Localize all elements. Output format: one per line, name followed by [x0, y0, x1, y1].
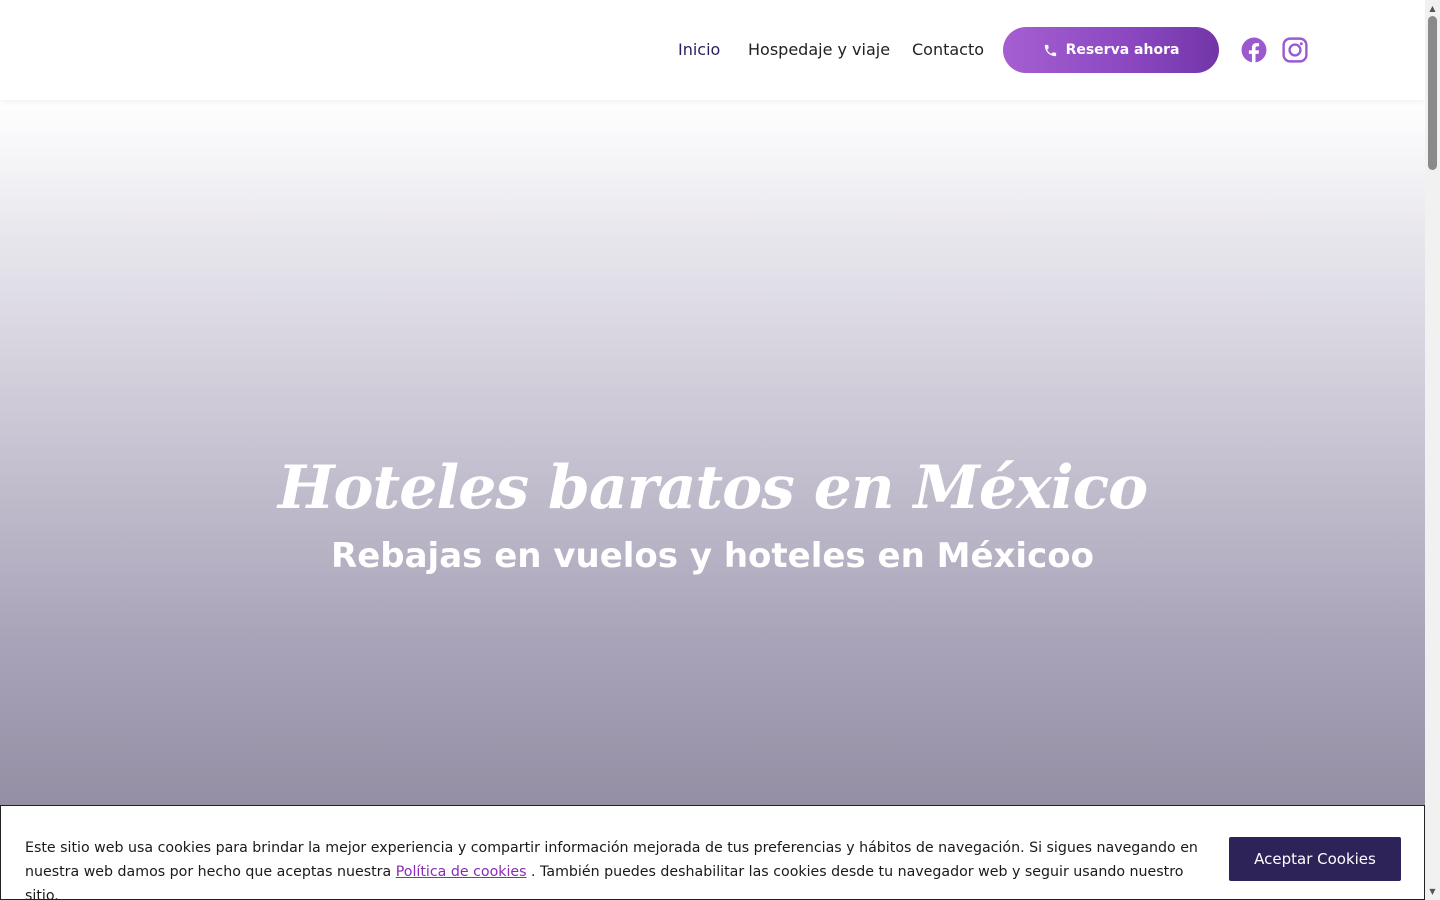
reserva-ahora-button[interactable]: Reserva ahora [1003, 27, 1219, 73]
accept-cookies-button[interactable]: Aceptar Cookies [1229, 837, 1401, 881]
facebook-icon[interactable] [1241, 37, 1267, 63]
nav-item-contacto[interactable]: Contacto [912, 39, 984, 61]
site-header: Inicio Hospedaje y viaje Contacto Reserv… [0, 0, 1425, 100]
cookie-policy-link[interactable]: Política de cookies [396, 864, 527, 880]
instagram-icon[interactable] [1282, 37, 1308, 63]
nav-item-hospedaje-y-viaje[interactable]: Hospedaje y viaje [748, 39, 890, 61]
phone-icon [1044, 44, 1056, 56]
vertical-scrollbar[interactable]: ▲ ▼ [1425, 0, 1440, 900]
reserva-ahora-label: Reserva ahora [1065, 42, 1180, 58]
page: Inicio Hospedaje y viaje Contacto Reserv… [0, 0, 1440, 900]
hero-subtitle: Rebajas en vuelos y hoteles en Méxicoo [331, 536, 1094, 576]
nav-item-inicio[interactable]: Inicio [678, 39, 720, 61]
viewport: Inicio Hospedaje y viaje Contacto Reserv… [0, 0, 1425, 900]
cookie-message: Este sitio web usa cookies para brindar … [25, 836, 1215, 900]
scroll-up-arrow-icon[interactable]: ▲ [1425, 1, 1440, 15]
scrollbar-thumb[interactable] [1428, 16, 1437, 170]
hero-title: Hoteles baratos en México [277, 453, 1148, 523]
scroll-down-arrow-icon[interactable]: ▼ [1425, 884, 1440, 898]
cookie-banner: Este sitio web usa cookies para brindar … [0, 805, 1425, 900]
hero-section: Hoteles baratos en México Rebajas en vue… [0, 100, 1425, 900]
